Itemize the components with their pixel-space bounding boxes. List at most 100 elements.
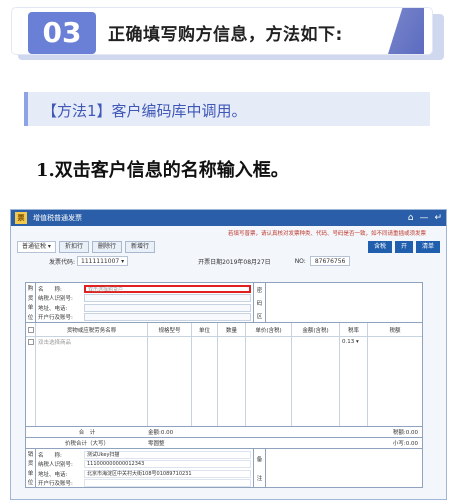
buyer-address-row: 地址、电话: xyxy=(38,303,251,312)
section-title: 正确填写购方信息，方法如下: xyxy=(108,25,343,45)
method-text: 【方法1】客户编码库中调用。 xyxy=(42,102,247,120)
col-line xyxy=(218,337,246,426)
buyer-section: 购 货 单 位 名 称: 双击选择购货户 纳税人识别号: 地址、电话: 开户行及… xyxy=(26,283,422,323)
buyer-bank-row: 开户行及账号: xyxy=(38,313,251,322)
buyer-taxid-label: 纳税人识别号: xyxy=(38,296,73,302)
password-area xyxy=(266,283,422,322)
invoice-code-value: 1111111007 xyxy=(81,257,120,265)
hint-text: 若填写普票，请认真核对发票种类、代码、号码是否一致，如不同请重插或须发票 xyxy=(227,230,426,237)
seller-bank-label: 开户行及账号: xyxy=(38,481,73,487)
discount-row-button[interactable]: 折扣行 xyxy=(58,241,89,253)
list-button[interactable]: 清单 xyxy=(415,241,440,253)
window-title: 增值税普通发票 xyxy=(33,214,82,222)
header-check-cell xyxy=(26,323,36,336)
buyer-fields: 名 称: 双击选择购货户 纳税人识别号: 地址、电话: 开户行及账号: xyxy=(36,283,254,322)
invoice-code-select[interactable]: 1111111007 ▾ xyxy=(77,256,129,266)
remark-label-char: 备 xyxy=(256,456,263,463)
chevron-down-icon: ▾ xyxy=(354,339,359,345)
password-label-char: 区 xyxy=(256,313,263,320)
window-controls: ⌂ — ↵ xyxy=(408,213,446,223)
invoice-meta: 发票代码: 1111111007 ▾ 开票日期2019年08月27日 NO: 8… xyxy=(11,255,446,267)
seller-taxid-row: 纳税人识别号: 111000000000012343 xyxy=(38,460,251,469)
item-row: 双击选择商品 0.13 ▾ xyxy=(26,337,422,347)
buyer-name-label: 名 称: xyxy=(38,286,62,293)
back-icon[interactable]: ↵ xyxy=(434,213,442,223)
col-line xyxy=(246,337,292,426)
delete-row-button[interactable]: 删除行 xyxy=(91,241,122,253)
buyer-side-char: 位 xyxy=(27,315,34,322)
buyer-side-char: 单 xyxy=(27,305,34,312)
seller-section: 销 货 单 位 名 称: 测试Ukey扫描 纳税人识别号: 1110000000… xyxy=(26,449,422,487)
item-rate-select[interactable]: 0.13 ▾ xyxy=(340,337,368,347)
seller-fields: 名 称: 测试Ukey扫描 纳税人识别号: 111000000000012343… xyxy=(36,449,254,487)
item-amount-input[interactable] xyxy=(292,337,340,347)
tax-included-button[interactable]: 含税 xyxy=(367,241,392,253)
seller-name-label: 名 称: xyxy=(38,452,62,459)
buyer-name-input[interactable]: 双击选择购货户 xyxy=(84,284,251,293)
items-header: 货物或应税劳务名称 规格型号 单位 数量 单价(含税) 金额(含税) 税率 税额 xyxy=(26,323,422,337)
select-all-checkbox[interactable] xyxy=(27,326,34,333)
seller-address-value: 北京市海淀区中关村大街108号01089710231 xyxy=(84,469,251,478)
invoice-sheet: 购 货 单 位 名 称: 双击选择购货户 纳税人识别号: 地址、电话: 开户行及… xyxy=(25,282,423,488)
buyer-side-char: 货 xyxy=(27,295,34,302)
total-row: 价税合计（大写） 零圆整 小写:0.00 xyxy=(26,438,422,449)
buyer-taxid-row: 纳税人识别号: xyxy=(38,294,251,303)
col-line xyxy=(292,337,340,426)
subtotal-tax: 税额:0.00 xyxy=(392,430,418,436)
section-banner: 03 正确填写购方信息，方法如下: xyxy=(12,8,444,60)
tax-toggle-button[interactable]: 开 xyxy=(394,241,413,253)
remark-label-char: 注 xyxy=(256,475,263,482)
minimize-icon[interactable]: — xyxy=(419,213,428,223)
chevron-down-icon: ▾ xyxy=(46,243,51,250)
buyer-address-input[interactable] xyxy=(84,303,251,312)
method-box: 【方法1】客户编码库中调用。 xyxy=(24,92,430,126)
seller-side-char: 销 xyxy=(27,451,34,458)
item-rate-value: 0.13 xyxy=(342,339,355,345)
home-icon[interactable]: ⌂ xyxy=(408,213,414,223)
chevron-down-icon: ▾ xyxy=(119,257,125,265)
add-row-button[interactable]: 新增行 xyxy=(124,241,155,253)
subtotal-label: 合 计 xyxy=(78,430,96,436)
seller-side-char: 货 xyxy=(27,461,34,468)
invoice-window: 票 增值税普通发票 ⌂ — ↵ 若填写普票，请认真核对发票种类、代码、号码是否一… xyxy=(10,209,447,500)
item-name-input[interactable]: 双击选择商品 xyxy=(36,337,148,347)
col-line xyxy=(36,337,148,426)
seller-taxid-label: 纳税人识别号: xyxy=(38,462,73,468)
buyer-bank-input[interactable] xyxy=(84,313,251,321)
item-tax-input[interactable] xyxy=(368,337,422,347)
hint-row: 若填写普票，请认真核对发票种类、代码、号码是否一致，如不同请重插或须发票 xyxy=(11,226,446,239)
total-upper: 零圆整 xyxy=(148,441,165,447)
seller-name-value: 测试Ukey扫描 xyxy=(84,450,251,459)
subtotal-amount: 金额:0.00 xyxy=(148,430,174,436)
item-price-input[interactable] xyxy=(246,337,292,347)
invoice-type-select[interactable]: 普通征税 ▾ xyxy=(17,241,56,253)
buyer-taxid-input[interactable] xyxy=(84,294,251,302)
banner-accent xyxy=(388,8,424,54)
seller-side-label: 销 货 单 位 xyxy=(26,449,36,487)
item-qty-input[interactable] xyxy=(218,337,246,347)
header-amount: 金额(含税) xyxy=(292,323,340,336)
buyer-side-char: 购 xyxy=(27,285,34,292)
seller-bank-value xyxy=(84,479,251,487)
code-label: 发票代码: xyxy=(49,258,76,266)
header-tax: 税额 xyxy=(389,327,401,334)
subtotal-row: 合 计 金额:0.00 税额:0.00 xyxy=(26,427,422,438)
seller-taxid-value: 111000000000012343 xyxy=(84,460,251,468)
remark-input[interactable] xyxy=(266,449,422,487)
number-label: NO: xyxy=(294,257,306,265)
row-checkbox[interactable] xyxy=(27,339,34,345)
col-line xyxy=(26,337,36,426)
window-titlebar: 票 增值税普通发票 ⌂ — ↵ xyxy=(11,210,446,226)
buyer-side-label: 购 货 单 位 xyxy=(26,283,36,322)
header-unit: 单位 xyxy=(192,323,218,336)
seller-side-char: 单 xyxy=(27,470,34,477)
invoice-number: 87676756 xyxy=(309,256,351,266)
seller-bank-row: 开户行及账号: xyxy=(38,479,251,488)
buyer-bank-label: 开户行及账号: xyxy=(38,315,73,321)
header-qty: 数量 xyxy=(218,323,246,336)
col-line xyxy=(148,337,192,426)
seller-side-char: 位 xyxy=(27,480,34,487)
item-unit-input[interactable] xyxy=(192,337,218,347)
password-label-char: 码 xyxy=(256,300,263,307)
item-spec-input[interactable] xyxy=(148,337,192,347)
